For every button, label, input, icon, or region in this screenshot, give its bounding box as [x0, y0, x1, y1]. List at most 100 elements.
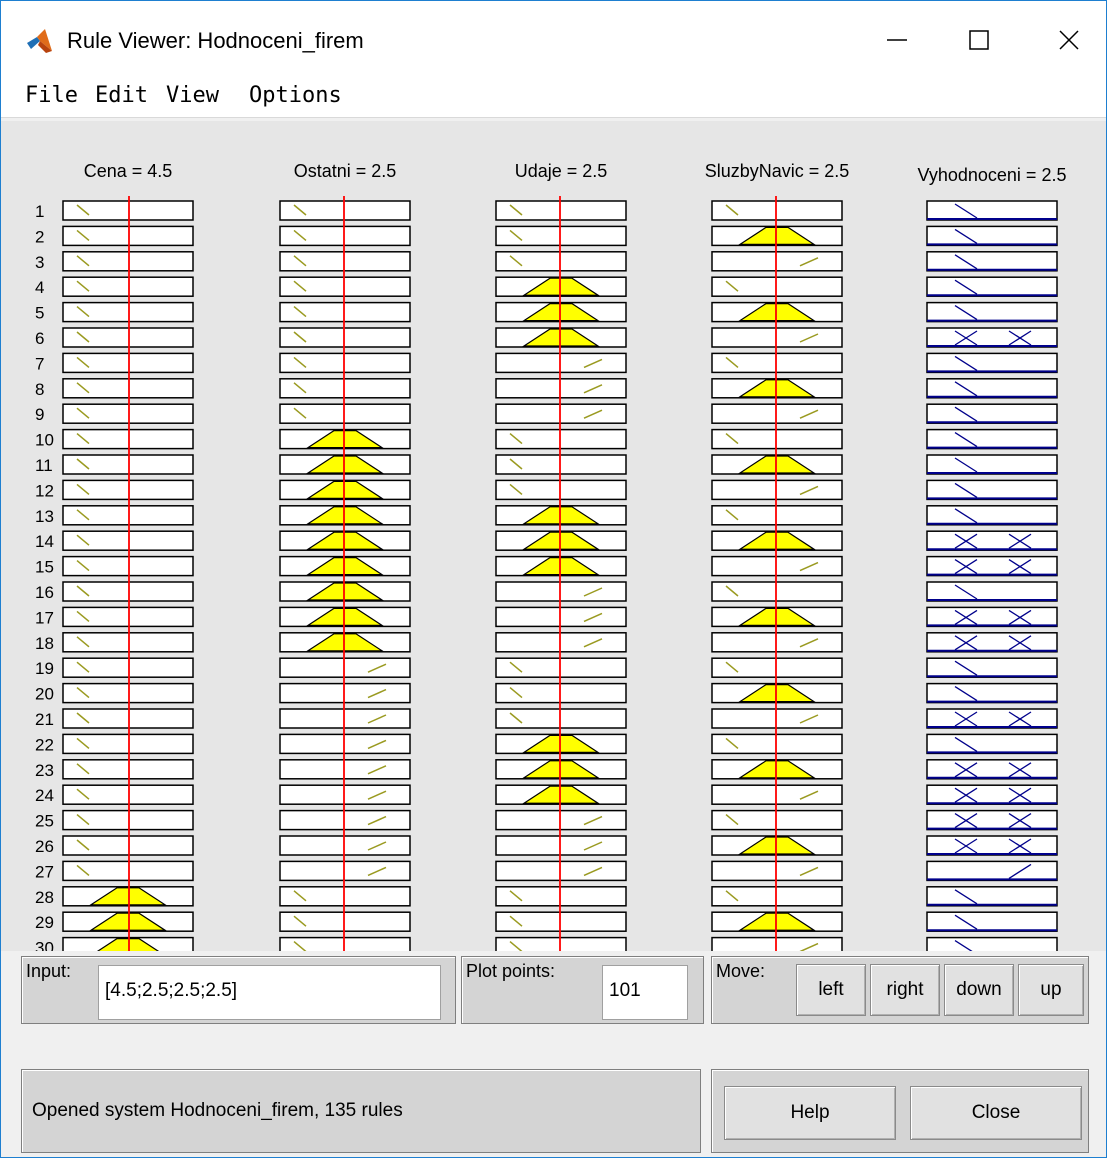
membership-function-box — [926, 606, 1058, 628]
membership-function-box — [926, 530, 1058, 551]
membership-function-box — [926, 225, 1058, 247]
rules-plot[interactable]: Cena = 4.5 Ostatni = 2.5 Udaje = 2.5 Sluzby… — [1, 121, 1106, 951]
status-text: Opened system Hodnoceni_firem, 135 rules — [32, 1100, 403, 1121]
membership-function-box — [279, 733, 411, 755]
rule-number: 20 — [35, 685, 54, 704]
menu-options[interactable]: Options — [247, 83, 344, 108]
menu-edit[interactable]: Edit — [93, 83, 150, 108]
rule-number: 12 — [35, 481, 54, 500]
rule-number: 21 — [35, 710, 54, 729]
membership-function-box — [926, 428, 1058, 450]
membership-function-box — [711, 708, 843, 729]
membership-function-box — [279, 657, 411, 678]
membership-function-box — [926, 454, 1058, 475]
membership-function-box — [926, 759, 1058, 780]
column-header: Cena = 4.5 — [84, 161, 173, 181]
rule-number: 10 — [35, 431, 54, 450]
rule-number: 29 — [35, 913, 54, 932]
membership-function-box — [926, 251, 1058, 272]
membership-function-box — [495, 378, 627, 399]
rule-number: 11 — [35, 456, 53, 475]
rule-number: 15 — [35, 558, 54, 577]
rule-viewer-window: Rule Viewer: Hodnoceni_firem File Edit V… — [0, 0, 1107, 1158]
membership-function-box — [926, 708, 1058, 729]
rule-number: 13 — [35, 507, 54, 526]
membership-function-box — [926, 276, 1058, 297]
rule-number: 16 — [35, 583, 54, 602]
input-panel: Input: [4.5;2.5;2.5;2.5] — [21, 956, 456, 1024]
rule-plot-area[interactable]: Cena = 4.5 Ostatni = 2.5 Udaje = 2.5 Sluzby… — [1, 121, 1106, 951]
membership-function-box — [926, 886, 1058, 907]
action-panel: Help Close — [711, 1069, 1089, 1153]
membership-function-box — [711, 327, 843, 348]
membership-function-box — [711, 251, 843, 272]
membership-function-box — [279, 682, 411, 704]
membership-function-box — [926, 632, 1058, 653]
membership-function-box — [711, 784, 843, 805]
membership-function-box — [926, 555, 1058, 577]
title-bar: Rule Viewer: Hodnoceni_firem — [1, 1, 1106, 77]
column-header: Udaje = 2.5 — [515, 161, 608, 181]
matlab-logo-icon — [27, 29, 52, 53]
move-label: Move: — [716, 961, 766, 981]
rule-number: 19 — [35, 659, 54, 678]
help-button[interactable]: Help — [724, 1086, 896, 1140]
column-header: SluzbyNavic = 2.5 — [705, 161, 850, 181]
membership-function-box — [495, 632, 627, 653]
membership-function-box — [495, 860, 627, 882]
minimize-icon — [887, 39, 907, 41]
membership-function-box — [711, 479, 843, 501]
membership-function-box — [926, 911, 1058, 932]
membership-function-box — [495, 606, 627, 628]
rule-number: 9 — [35, 405, 44, 424]
membership-function-box — [926, 936, 1058, 951]
membership-function-box — [711, 403, 843, 424]
membership-function-box — [926, 403, 1058, 424]
plot-points-field[interactable]: 101 — [602, 965, 688, 1020]
membership-function-box — [279, 784, 411, 805]
minimize-button[interactable] — [869, 15, 925, 65]
rule-number: 3 — [35, 253, 44, 272]
input-field[interactable]: [4.5;2.5;2.5;2.5] — [98, 965, 441, 1020]
rule-number: 22 — [35, 735, 54, 754]
rule-number: 14 — [35, 532, 54, 551]
membership-function-box — [926, 200, 1058, 221]
close-button[interactable]: Close — [910, 1086, 1082, 1140]
menu-file[interactable]: File — [23, 83, 80, 108]
column-header: Ostatni = 2.5 — [294, 161, 397, 181]
membership-function-box — [926, 301, 1058, 323]
rule-number: 26 — [35, 837, 54, 856]
menu-view[interactable]: View — [164, 83, 221, 108]
membership-function-box — [711, 555, 843, 577]
move-right-button[interactable]: right — [870, 964, 940, 1016]
move-down-button[interactable]: down — [944, 964, 1014, 1016]
membership-function-box — [926, 860, 1058, 882]
membership-function-box — [926, 581, 1058, 602]
plot-points-panel: Plot points: 101 — [461, 956, 704, 1024]
membership-function-box — [926, 835, 1058, 856]
rule-number: 4 — [35, 278, 44, 297]
rule-number: 1 — [35, 202, 44, 221]
rule-number: 17 — [35, 608, 54, 627]
window-title: Rule Viewer: Hodnoceni_firem — [67, 28, 364, 53]
membership-function-box — [279, 809, 411, 831]
move-panel: Move: left right down up — [711, 956, 1089, 1024]
input-label: Input: — [26, 961, 72, 981]
move-up-button[interactable]: up — [1018, 964, 1084, 1016]
membership-function-box — [495, 403, 627, 424]
close-window-button[interactable] — [1041, 15, 1097, 65]
maximize-button[interactable] — [951, 15, 1007, 65]
membership-function-box — [926, 682, 1058, 704]
maximize-icon — [969, 30, 989, 50]
membership-function-box — [711, 936, 843, 951]
move-left-button[interactable]: left — [796, 964, 866, 1016]
rule-number: 6 — [35, 329, 44, 348]
membership-function-box — [279, 835, 411, 856]
membership-function-box — [926, 784, 1058, 805]
membership-function-box — [495, 835, 627, 856]
rule-number: 7 — [35, 354, 44, 373]
membership-function-box — [926, 657, 1058, 678]
membership-function-box — [711, 860, 843, 882]
plot-points-label: Plot points: — [466, 961, 556, 981]
rule-number: 28 — [35, 888, 54, 907]
